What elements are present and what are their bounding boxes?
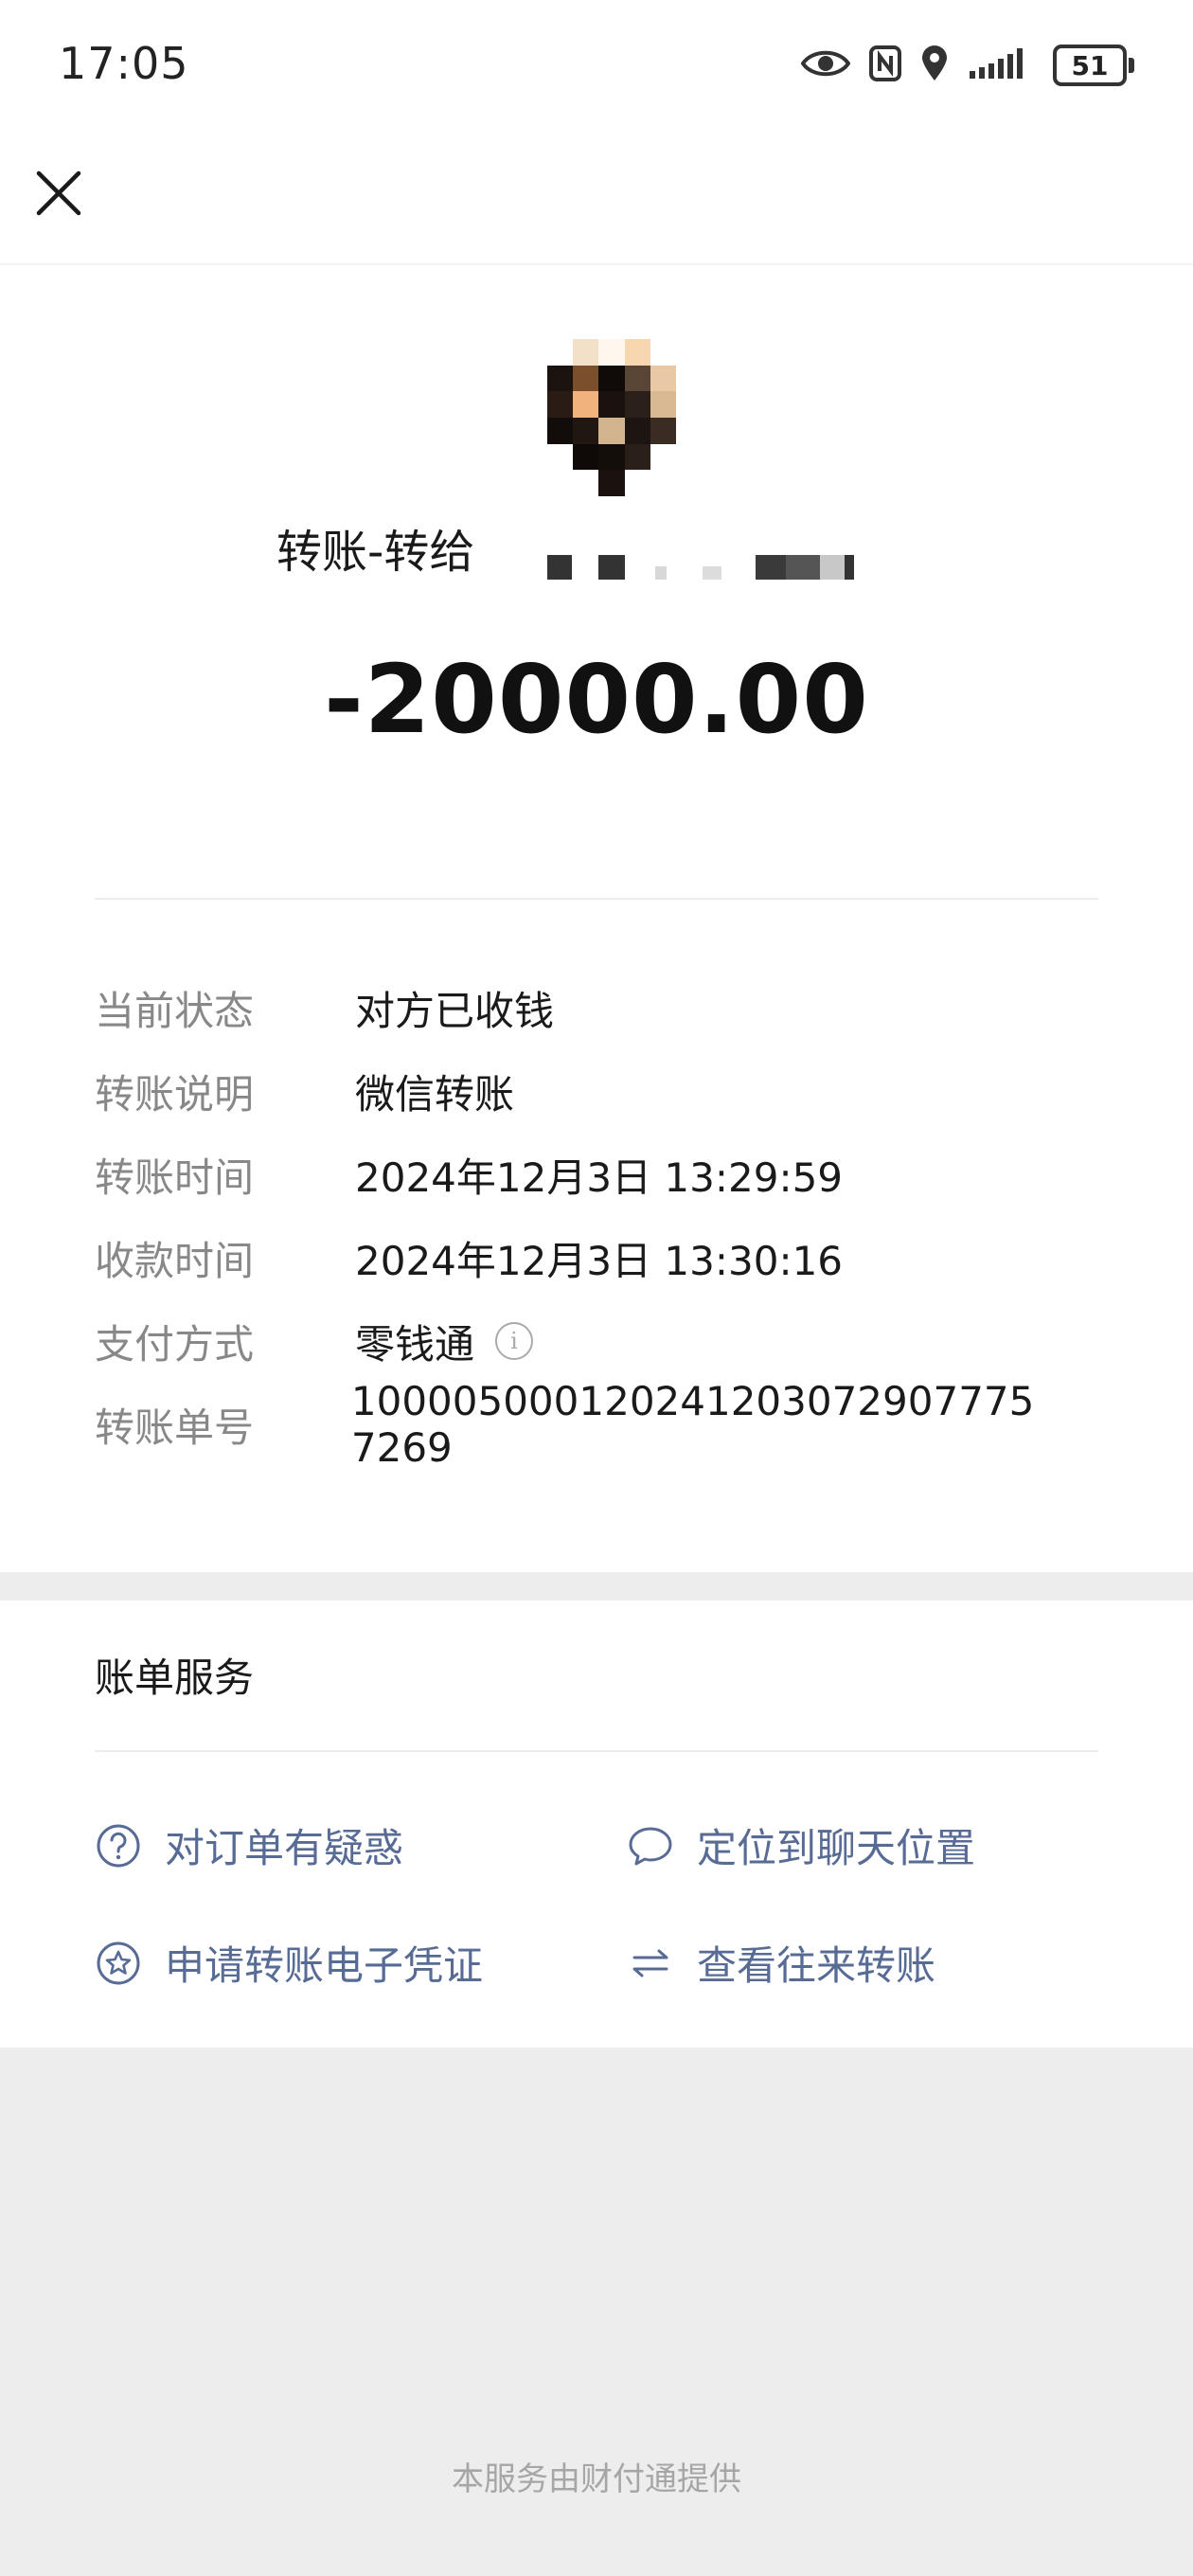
detail-value: 100005000120241203072907775 7269	[350, 1378, 1035, 1471]
status-time: 17:05	[59, 38, 189, 89]
detail-list: 当前状态 对方已收钱 转账说明 微信转账 转账时间 2024年12月3日 13:…	[95, 966, 1136, 1472]
svc-label: 申请转账电子凭证	[165, 1942, 484, 1989]
battery-icon: 51	[1053, 45, 1134, 86]
star-badge-icon	[95, 1940, 142, 1987]
bill-services-card: 账单服务 对订单有疑惑 定位到聊天位置 申请转账电子凭证 查看往来转账	[0, 1601, 1193, 2048]
question-circle-icon	[95, 1822, 142, 1869]
nfc-icon	[869, 45, 901, 85]
battery-level: 51	[1071, 49, 1109, 81]
signal-icon	[968, 46, 1034, 84]
detail-value-wrap: 零钱通 i	[355, 1313, 534, 1370]
detail-label: 支付方式	[95, 1320, 255, 1368]
status-bar: 17:05 51	[0, 0, 1193, 142]
location-icon	[920, 45, 949, 86]
detail-value: 微信转账	[355, 1070, 515, 1118]
detail-label: 转账说明	[95, 1070, 255, 1118]
detail-row-order-number: 转账单号 100005000120241203072907775 7269	[95, 1378, 1136, 1471]
svc-label: 定位到聊天位置	[697, 1825, 976, 1871]
chat-bubble-icon	[627, 1822, 674, 1869]
divider	[95, 1750, 1098, 1752]
footer-provider-text: 本服务由财付通提供	[452, 2460, 741, 2498]
view-transfers-link[interactable]: 查看往来转账	[627, 1934, 935, 1992]
avatar	[547, 339, 676, 496]
top-bar	[0, 142, 1193, 265]
swap-arrows-icon	[627, 1940, 674, 1987]
status-icons: 51	[800, 42, 1134, 89]
detail-label: 转账单号	[95, 1404, 255, 1451]
detail-row-payment-method: 支付方式 零钱通 i	[95, 1299, 1136, 1383]
apply-receipt-link[interactable]: 申请转账电子凭证	[95, 1934, 483, 1992]
transfer-title: 转账-转给	[276, 526, 475, 579]
detail-row-receive-time: 收款时间 2024年12月3日 13:30:16	[95, 1216, 1136, 1299]
order-question-link[interactable]: 对订单有疑惑	[95, 1816, 403, 1874]
transfer-amount: -20000.00	[324, 644, 869, 755]
services-title: 账单服务	[95, 1655, 255, 1701]
detail-row-status: 当前状态 对方已收钱	[95, 966, 1136, 1049]
close-icon	[36, 170, 81, 216]
divider	[95, 898, 1098, 900]
detail-value: 零钱通	[355, 1320, 475, 1368]
detail-row-transfer-time: 转账时间 2024年12月3日 13:29:59	[95, 1133, 1136, 1216]
detail-value: 对方已收钱	[355, 987, 555, 1034]
close-button[interactable]	[28, 163, 89, 224]
detail-label: 转账时间	[95, 1154, 255, 1201]
detail-row-note: 转账说明 微信转账	[95, 1049, 1136, 1133]
recipient-name-masked	[530, 549, 890, 587]
eye-icon	[800, 47, 851, 83]
transfer-card: 转账-转给 -20000.00 当前状态 对方已收钱 转账说明 微信转账 转账时…	[0, 265, 1193, 1572]
detail-label: 当前状态	[95, 987, 255, 1034]
locate-chat-link[interactable]: 定位到聊天位置	[627, 1816, 975, 1874]
detail-value: 2024年12月3日 13:29:59	[355, 1154, 844, 1201]
info-icon[interactable]: i	[495, 1322, 534, 1360]
svc-label: 对订单有疑惑	[165, 1825, 404, 1871]
detail-value: 2024年12月3日 13:30:16	[355, 1237, 844, 1284]
detail-label: 收款时间	[95, 1237, 255, 1284]
svc-label: 查看往来转账	[697, 1942, 936, 1989]
